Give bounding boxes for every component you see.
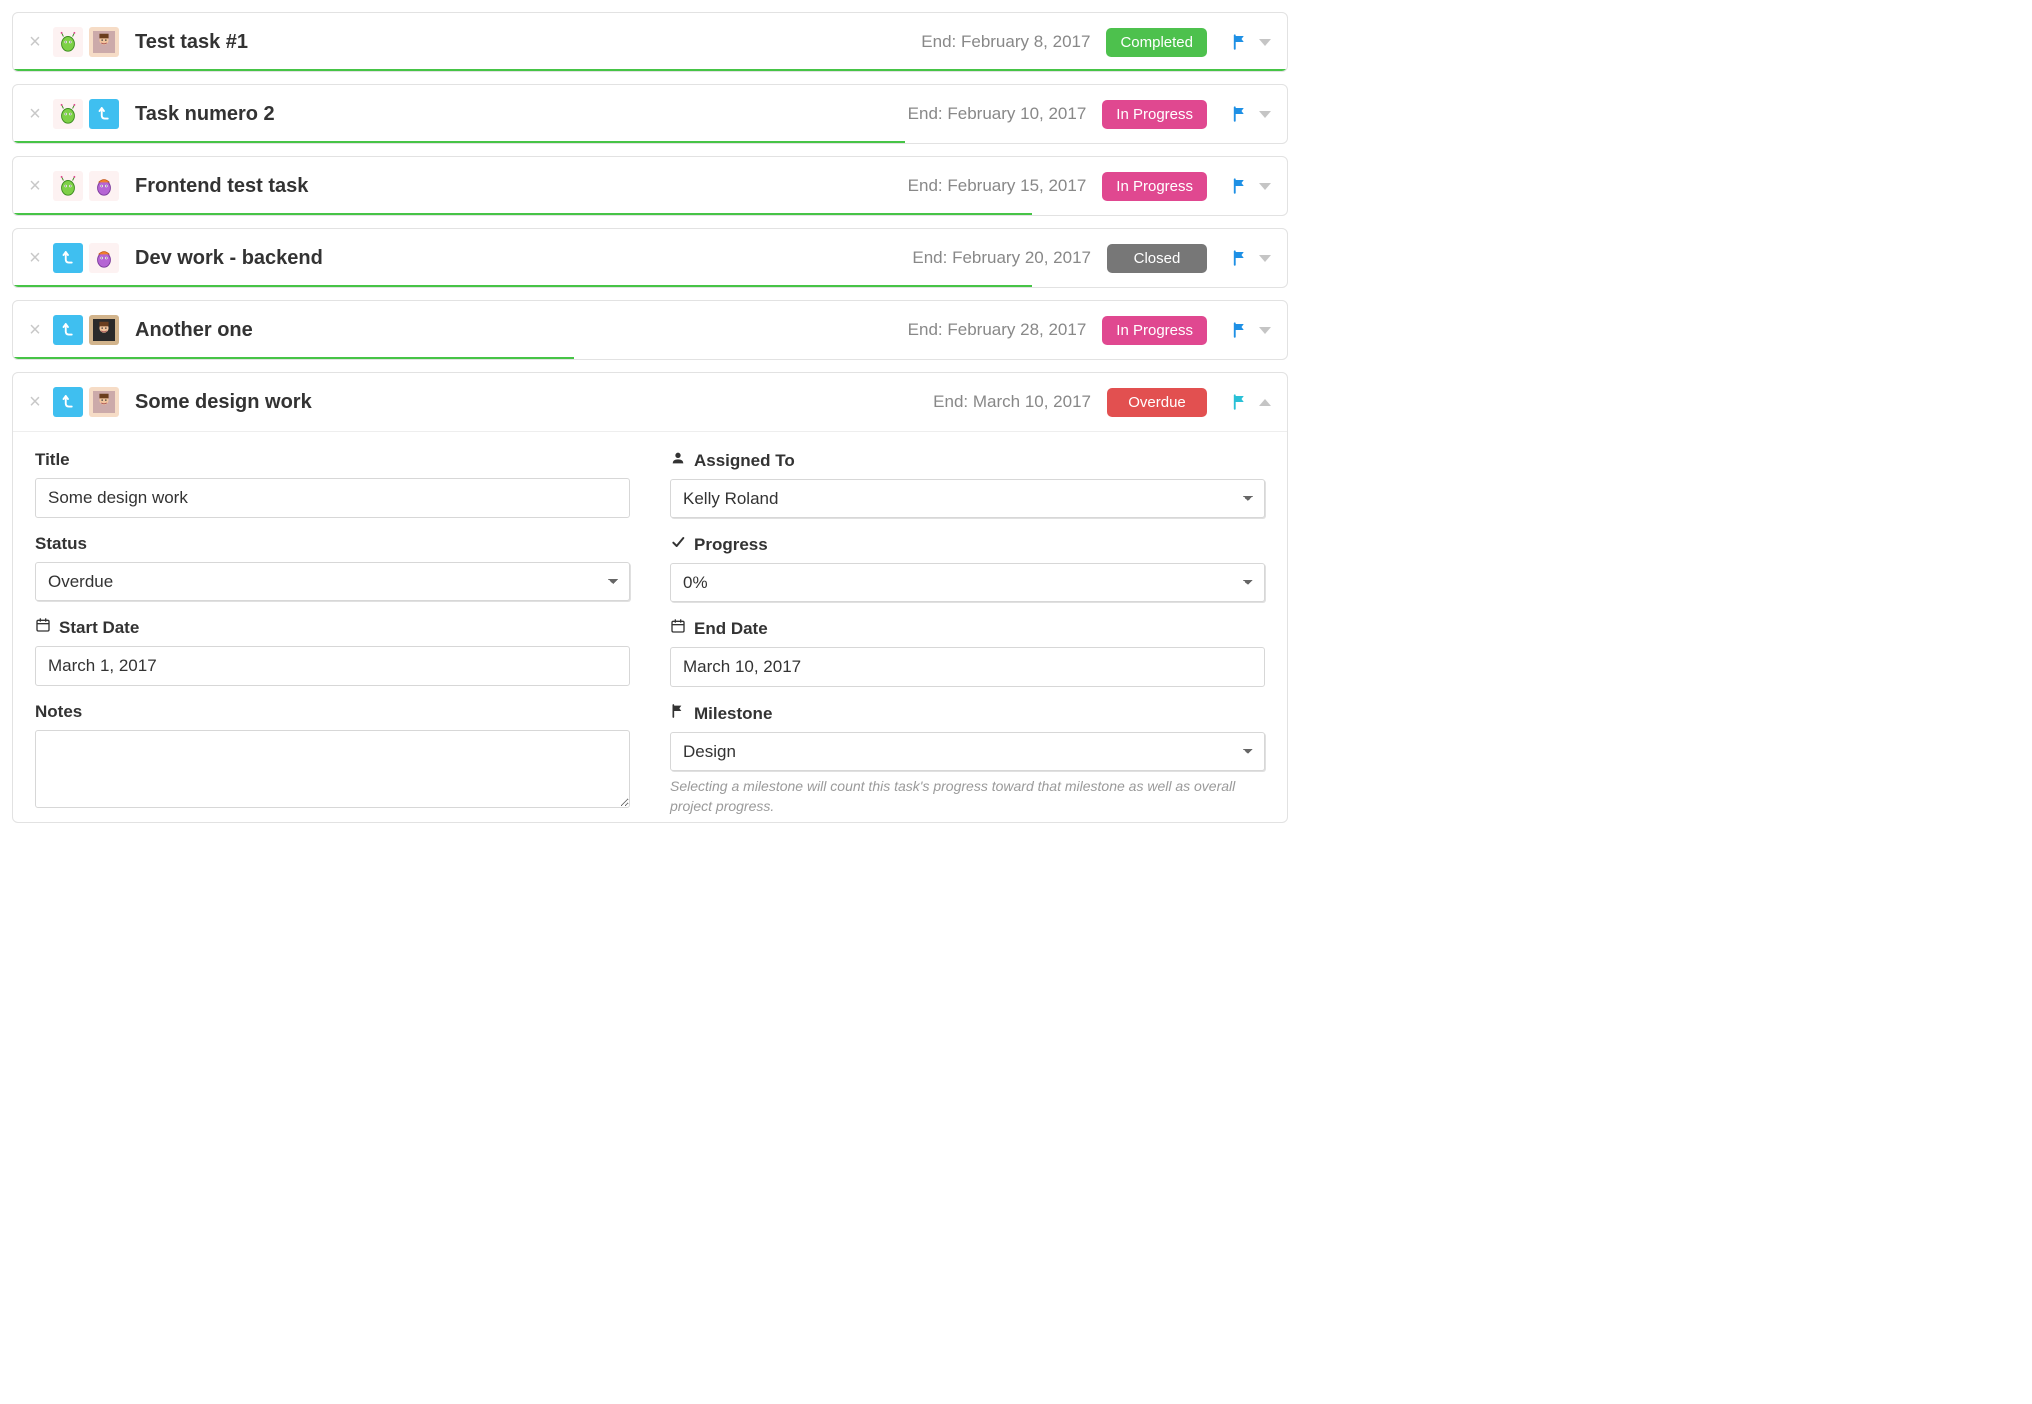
task-title[interactable]: Frontend test task: [135, 175, 902, 198]
task-header: × Some design work End: March 10, 2017 Over…: [13, 373, 1287, 431]
title-input[interactable]: [35, 478, 630, 518]
progress-bar: [13, 285, 1032, 287]
field-title: Title: [35, 450, 630, 518]
task-end-date: End: February 10, 2017: [908, 104, 1087, 124]
flag-icon[interactable]: [1231, 249, 1249, 267]
label-assigned-to: Assigned To: [670, 450, 1265, 471]
label-milestone: Milestone: [670, 703, 1265, 724]
avatar-user-icon: [89, 387, 119, 417]
end-date-input[interactable]: [670, 647, 1265, 687]
field-notes: Notes: [35, 702, 630, 813]
label-progress: Progress: [670, 534, 1265, 555]
label-title: Title: [35, 450, 630, 470]
status-badge[interactable]: Completed: [1106, 28, 1207, 57]
calendar-icon: [35, 617, 51, 638]
avatar-assigner-icon: [53, 387, 83, 417]
field-progress: Progress 0%: [670, 534, 1265, 602]
check-icon: [670, 534, 686, 555]
avatar-monster-icon: [53, 171, 83, 201]
field-milestone: Milestone Design Selecting a milestone wil…: [670, 703, 1265, 816]
task-card: × Frontend test task End: February 15, 201…: [12, 156, 1288, 216]
close-icon[interactable]: ×: [23, 103, 47, 126]
expand-toggle-icon[interactable]: [1259, 111, 1271, 118]
label-notes: Notes: [35, 702, 630, 722]
task-header: × Test task #1 End: February 8, 2017 Comple…: [13, 13, 1287, 71]
calendar-icon: [670, 618, 686, 639]
task-detail-panel: Title Status Overdue Start Date Notes Assigne…: [13, 431, 1287, 822]
avatar-monster2-icon: [89, 243, 119, 273]
progress-bar: [13, 141, 905, 143]
task-end-date: End: February 28, 2017: [908, 320, 1087, 340]
task-end-date: End: March 10, 2017: [933, 392, 1091, 412]
task-header: × Task numero 2 End: February 10, 2017 In P…: [13, 85, 1287, 143]
flag-icon[interactable]: [1231, 33, 1249, 51]
avatar-assigner-icon: [53, 315, 83, 345]
close-icon[interactable]: ×: [23, 31, 47, 54]
avatar-user-icon: [89, 27, 119, 57]
milestone-select[interactable]: Design: [670, 732, 1265, 771]
task-card: × Some design work End: March 10, 2017 Over…: [12, 372, 1288, 823]
expand-toggle-icon[interactable]: [1259, 327, 1271, 334]
person-icon: [670, 450, 686, 471]
avatar-monster-icon: [53, 99, 83, 129]
flag-icon: [670, 703, 686, 724]
start-date-input[interactable]: [35, 646, 630, 686]
expand-toggle-icon[interactable]: [1259, 183, 1271, 190]
task-title[interactable]: Dev work - backend: [135, 247, 906, 270]
field-start-date: Start Date: [35, 617, 630, 686]
milestone-helper-text: Selecting a milestone will count this ta…: [670, 777, 1265, 816]
status-badge[interactable]: In Progress: [1102, 316, 1207, 345]
task-title[interactable]: Task numero 2: [135, 103, 902, 126]
flag-icon[interactable]: [1231, 105, 1249, 123]
progress-select[interactable]: 0%: [670, 563, 1265, 602]
expand-toggle-icon[interactable]: [1259, 399, 1271, 406]
task-card: × Dev work - backend End: February 20, 201…: [12, 228, 1288, 288]
avatar-assigner-icon: [53, 243, 83, 273]
assigned-to-select[interactable]: Kelly Roland: [670, 479, 1265, 518]
avatar-user-icon: [89, 315, 119, 345]
avatar-monster-icon: [53, 27, 83, 57]
label-end-date: End Date: [670, 618, 1265, 639]
expand-toggle-icon[interactable]: [1259, 39, 1271, 46]
task-title[interactable]: Another one: [135, 319, 902, 342]
expand-toggle-icon[interactable]: [1259, 255, 1271, 262]
flag-icon[interactable]: [1231, 177, 1249, 195]
field-end-date: End Date: [670, 618, 1265, 687]
avatar-monster2-icon: [89, 171, 119, 201]
task-title[interactable]: Test task #1: [135, 31, 915, 54]
task-title[interactable]: Some design work: [135, 391, 927, 414]
task-header: × Frontend test task End: February 15, 201…: [13, 157, 1287, 215]
close-icon[interactable]: ×: [23, 247, 47, 270]
task-header: × Dev work - backend End: February 20, 201…: [13, 229, 1287, 287]
notes-textarea[interactable]: [35, 730, 630, 808]
progress-bar: [13, 213, 1032, 215]
flag-icon[interactable]: [1231, 321, 1249, 339]
status-select[interactable]: Overdue: [35, 562, 630, 601]
task-end-date: End: February 15, 2017: [908, 176, 1087, 196]
label-status: Status: [35, 534, 630, 554]
progress-bar: [13, 69, 1287, 71]
field-assigned-to: Assigned To Kelly Roland: [670, 450, 1265, 518]
close-icon[interactable]: ×: [23, 391, 47, 414]
task-card: × Test task #1 End: February 8, 2017 Comple…: [12, 12, 1288, 72]
field-status: Status Overdue: [35, 534, 630, 601]
task-card: × Task numero 2 End: February 10, 2017 In P…: [12, 84, 1288, 144]
progress-bar: [13, 357, 574, 359]
close-icon[interactable]: ×: [23, 175, 47, 198]
avatar-assigner-icon: [89, 99, 119, 129]
status-badge[interactable]: In Progress: [1102, 172, 1207, 201]
task-header: × Another one End: February 28, 2017 In Pro…: [13, 301, 1287, 359]
status-badge[interactable]: In Progress: [1102, 100, 1207, 129]
task-card: × Another one End: February 28, 2017 In Pro…: [12, 300, 1288, 360]
status-badge[interactable]: Closed: [1107, 244, 1207, 273]
status-badge[interactable]: Overdue: [1107, 388, 1207, 417]
task-end-date: End: February 8, 2017: [921, 32, 1090, 52]
label-start-date: Start Date: [35, 617, 630, 638]
task-end-date: End: February 20, 2017: [912, 248, 1091, 268]
close-icon[interactable]: ×: [23, 319, 47, 342]
flag-icon[interactable]: [1231, 393, 1249, 411]
